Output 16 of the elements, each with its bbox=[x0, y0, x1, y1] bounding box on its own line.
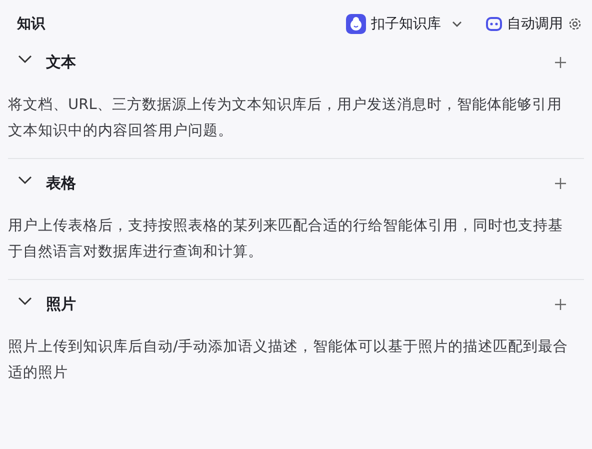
add-icon[interactable] bbox=[555, 298, 566, 310]
add-icon[interactable] bbox=[555, 56, 566, 68]
knowledge-source-dropdown[interactable]: 扣子知识库 bbox=[346, 14, 462, 34]
settings-icon[interactable] bbox=[568, 17, 582, 31]
category-title: 文本 bbox=[46, 52, 76, 73]
add-icon[interactable] bbox=[555, 178, 566, 188]
category-title: 照片 bbox=[46, 294, 76, 315]
mascot-icon bbox=[346, 14, 366, 34]
chevron-down-icon bbox=[452, 21, 462, 27]
category-description: 用户上传表格后，支持按照表格的某列来匹配合适的行给智能体引用，同时也支持基于自然语言对数据库进行查询和计算。 bbox=[8, 217, 564, 262]
auto-call-button[interactable]: 自动调用 bbox=[486, 14, 563, 34]
category-title: 表格 bbox=[46, 172, 76, 194]
robot-icon bbox=[486, 17, 502, 31]
section-title: 知识 bbox=[17, 14, 45, 34]
category-description: 将文档、URL、三方数据源上传为文本知识库后，用户发送消息时，智能体能够引用文本知识中的内容回答用户问题。 bbox=[8, 96, 563, 141]
category-description: 照片上传到知识库后自动/手动添加语义描述，智能体可以基于照片的描述匹配到最合适的照片 bbox=[8, 338, 569, 383]
